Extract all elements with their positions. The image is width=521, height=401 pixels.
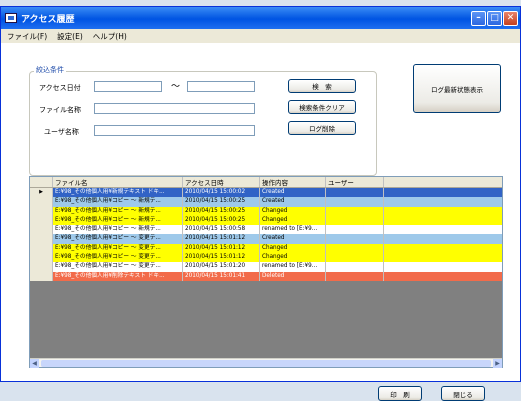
cell-file-name: E:¥98_その他個人用¥コピー ～ 変更テ... (53, 262, 183, 272)
cell-user (326, 234, 384, 244)
cell-access-datetime: 2010/04/15 15:01:12 (183, 253, 260, 263)
close-button[interactable]: 閉じる (441, 386, 485, 401)
cell-file-name: E:¥98_その他個人用¥コピー ～ 新規テ... (53, 197, 183, 207)
row-selector (30, 215, 53, 226)
header-operation[interactable]: 操作内容 (260, 177, 326, 187)
cell-file-name: E:¥98_その他個人用¥コピー ～ 変更テ... (53, 253, 183, 263)
cell-file-name: E:¥98_その他個人用¥コピー ～ 変更テ... (53, 234, 183, 244)
cell-file-name: E:¥98_その他個人用¥コピー ～ 変更テ... (53, 243, 183, 254)
app-icon (5, 13, 17, 23)
menu-file[interactable]: ファイル(F) (7, 31, 47, 42)
scroll-left-icon[interactable]: ◀ (30, 359, 39, 368)
access-date-to-input[interactable] (187, 81, 255, 92)
cell-user (326, 271, 384, 281)
search-button[interactable]: 検 索 (288, 79, 356, 93)
cell-access-datetime: 2010/04/15 15:00:25 (183, 197, 260, 207)
header-file-name[interactable]: ファイル名 (53, 177, 183, 187)
header-user[interactable]: ユーザー (326, 177, 384, 187)
print-button[interactable]: 印 刷 (378, 386, 422, 401)
header-selector (30, 177, 53, 187)
scroll-right-icon[interactable]: ▶ (493, 359, 502, 368)
filter-group-label: 絞込条件 (34, 65, 66, 75)
table-row[interactable]: E:¥98_その他個人用¥コピー ～ 変更テ... 2010/04/15 15:0… (30, 262, 502, 272)
table-row[interactable]: E:¥98_その他個人用¥コピー ～ 新規テ... 2010/04/15 15:0… (30, 215, 502, 226)
row-selector (30, 243, 53, 254)
cell-operation: Changed (260, 215, 326, 226)
cell-access-datetime: 2010/04/15 15:00:25 (183, 215, 260, 226)
maximize-button[interactable]: □ (487, 10, 502, 26)
cell-user (326, 253, 384, 263)
access-date-from-input[interactable] (94, 81, 162, 92)
row-selector (30, 253, 53, 263)
row-selector (30, 271, 53, 281)
user-name-label: ユーザ名称 (44, 128, 79, 136)
cell-operation: Created (260, 234, 326, 244)
cell-file-name: E:¥98_その他個人用¥コピー ～ 新規テ... (53, 225, 183, 235)
table-row[interactable]: E:¥98_その他個人用¥コピー ～ 新規テ... 2010/04/15 15:0… (30, 197, 502, 207)
cell-operation: renamed to [E:¥9... (260, 225, 326, 235)
cell-user (326, 206, 384, 216)
cell-operation: renamed to [E:¥9... (260, 262, 326, 272)
date-range-separator: 〜 (171, 82, 181, 92)
cell-operation: Changed (260, 206, 326, 216)
table-row[interactable]: E:¥98_その他個人用¥コピー ～ 新規テ... 2010/04/15 15:0… (30, 225, 502, 235)
menu-help[interactable]: ヘルプ(H) (93, 31, 127, 42)
table-row[interactable]: E:¥98_その他個人用¥コピー ～ 変更テ... 2010/04/15 15:0… (30, 243, 502, 254)
row-selector (30, 262, 53, 272)
cell-access-datetime: 2010/04/15 15:01:41 (183, 271, 260, 281)
cell-user (326, 225, 384, 235)
cell-user (326, 188, 384, 198)
show-latest-log-button[interactable]: ログ最新状態表示 (413, 64, 501, 113)
grid-header: ファイル名 アクセス日時 操作内容 ユーザー (30, 177, 502, 188)
cell-file-name: E:¥98_その他個人用¥コピー ～ 新規テ... (53, 215, 183, 226)
table-row[interactable]: E:¥98_その他個人用¥コピー ～ 変更テ... 2010/04/15 15:0… (30, 234, 502, 244)
row-selector (30, 197, 53, 207)
cell-user (326, 243, 384, 254)
cell-user (326, 262, 384, 272)
cell-operation: Deleted (260, 271, 326, 281)
minimize-button[interactable]: – (471, 10, 486, 26)
table-row[interactable]: E:¥98_その他個人用¥削除テキスト ドキ... 2010/04/15 15:0… (30, 271, 502, 281)
cell-operation: Changed (260, 253, 326, 263)
row-selector (30, 225, 53, 235)
cell-operation: Created (260, 188, 326, 198)
cell-file-name: E:¥98_その他個人用¥新規テキスト ドキ... (53, 188, 183, 198)
access-history-window: アクセス履歴 – □ ✕ ファイル(F) 設定(E) ヘルプ(H) 絞込条件 ア… (0, 6, 521, 401)
row-selector (30, 234, 53, 244)
cell-access-datetime: 2010/04/15 15:01:12 (183, 243, 260, 254)
cell-user (326, 215, 384, 226)
delete-log-button[interactable]: ログ削除 (288, 121, 356, 135)
access-date-label: アクセス日付 (39, 84, 81, 92)
file-name-input[interactable] (94, 103, 255, 114)
table-row[interactable]: ▶ E:¥98_その他個人用¥新規テキスト ドキ... 2010/04/15 15:… (30, 188, 502, 198)
horizontal-scrollbar[interactable]: ◀ ▶ (30, 358, 502, 368)
cell-access-datetime: 2010/04/15 15:01:20 (183, 262, 260, 272)
cell-user (326, 197, 384, 207)
cell-operation: Changed (260, 243, 326, 254)
close-window-button[interactable]: ✕ (503, 10, 518, 26)
cell-access-datetime: 2010/04/15 15:00:58 (183, 225, 260, 235)
main-content: 絞込条件 アクセス日付 〜 ファイル名称 ユーザ名称 検 索 検索条件クリア ロ… (1, 43, 520, 401)
cell-file-name: E:¥98_その他個人用¥削除テキスト ドキ... (53, 271, 183, 281)
cell-file-name: E:¥98_その他個人用¥コピー ～ 新規テ... (53, 206, 183, 216)
cell-operation: Created (260, 197, 326, 207)
menu-settings[interactable]: 設定(E) (57, 31, 83, 42)
cell-access-datetime: 2010/04/15 15:01:12 (183, 234, 260, 244)
access-log-grid[interactable]: ファイル名 アクセス日時 操作内容 ユーザー ▶ E:¥98_その他個人用¥新規テ… (29, 176, 503, 368)
user-name-input[interactable] (94, 125, 255, 136)
clear-filter-button[interactable]: 検索条件クリア (288, 100, 356, 114)
cell-access-datetime: 2010/04/15 15:00:02 (183, 188, 260, 198)
scroll-thumb[interactable] (41, 360, 491, 367)
row-selector (30, 206, 53, 216)
title-bar: アクセス履歴 – □ ✕ (1, 7, 520, 29)
grid-body: ▶ E:¥98_その他個人用¥新規テキスト ドキ... 2010/04/15 15:… (30, 188, 502, 281)
header-access-datetime[interactable]: アクセス日時 (183, 177, 260, 187)
window-title: アクセス履歴 (21, 14, 75, 25)
menu-bar: ファイル(F) 設定(E) ヘルプ(H) (1, 29, 520, 43)
file-name-label: ファイル名称 (39, 106, 81, 114)
row-selector: ▶ (30, 188, 53, 198)
cell-access-datetime: 2010/04/15 15:00:25 (183, 206, 260, 216)
table-row[interactable]: E:¥98_その他個人用¥コピー ～ 新規テ... 2010/04/15 15:0… (30, 206, 502, 216)
table-row[interactable]: E:¥98_その他個人用¥コピー ～ 変更テ... 2010/04/15 15:0… (30, 253, 502, 263)
